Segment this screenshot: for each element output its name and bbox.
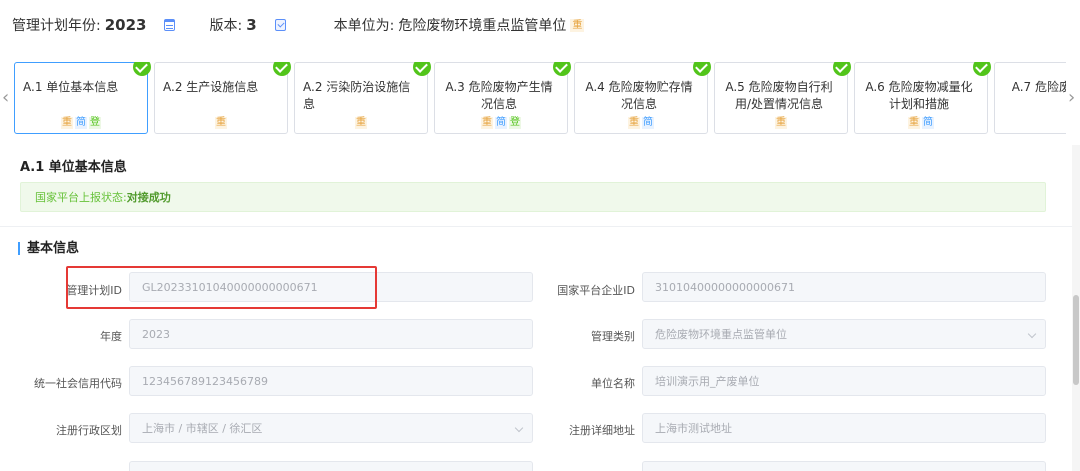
check-circle-icon	[413, 62, 431, 76]
category-label: 管理类别	[591, 330, 635, 343]
unit-name-field[interactable]: 培训演示用_产废单位	[642, 366, 1046, 396]
unit-type-value: 危险废物环境重点监管单位	[398, 18, 567, 34]
version-icon[interactable]	[274, 19, 286, 31]
tag-zhong: 重	[628, 117, 640, 129]
address-value: 上海市测试地址	[655, 422, 732, 435]
unit-name-value: 培训演示用_产废单位	[655, 375, 760, 388]
year-field[interactable]: 2023	[129, 319, 533, 349]
report-status-value: 对接成功	[126, 191, 171, 204]
step-title: A.5 危险废物自行利用/处置情况信息	[725, 80, 833, 111]
calendar-icon[interactable]	[164, 19, 176, 31]
step-a1[interactable]: A.1 单位基本信息 重简登	[14, 62, 151, 134]
tag-deng: 登	[89, 117, 101, 129]
step-tags: 重	[715, 117, 847, 129]
section-divider	[0, 226, 1072, 227]
step-tags: 重	[155, 117, 287, 129]
step-a5[interactable]: A.5 危险废物自行利用/处置情况信息 重	[714, 62, 851, 134]
year-value: 2023	[142, 327, 170, 341]
chevron-down-icon	[1027, 329, 1037, 339]
address-label: 注册详细地址	[569, 424, 635, 437]
unit-type-tag: 重	[570, 18, 585, 32]
credit-code-label: 统一社会信用代码	[34, 377, 122, 390]
step-title: A.6 危险废物减量化计划和措施	[865, 80, 973, 111]
region-value: 上海市 / 市辖区 / 徐汇区	[142, 422, 263, 435]
step-tags: 重简登	[15, 117, 147, 129]
report-status-banner: 国家平台上报状态: 对接成功	[20, 182, 1046, 212]
tag-jian: 简	[495, 117, 507, 129]
tag-deng: 登	[509, 117, 521, 129]
check-circle-icon	[553, 62, 571, 76]
plan-header: 管理计划年份: 2023 版本: 3 本单位为: 危险废物环境重点监管单位 重	[0, 0, 1080, 50]
region-select[interactable]: 上海市 / 市辖区 / 徐汇区	[129, 413, 533, 443]
category-value: 危险废物环境重点监管单位	[655, 328, 787, 341]
step-tags: 重简	[575, 117, 707, 129]
plan-year-value: 2023	[104, 16, 147, 34]
tag-zhong: 重	[908, 117, 920, 129]
platform-id-label: 国家平台企业ID	[557, 284, 635, 297]
step-title: A.3 危险废物产生情况信息	[445, 80, 553, 111]
check-circle-icon	[833, 62, 851, 76]
chevron-right-icon[interactable]: ›	[1068, 88, 1075, 108]
tag-zhong: 重	[355, 117, 367, 129]
version-label: 版本:	[209, 18, 243, 34]
tag-zhong: 重	[481, 117, 493, 129]
platform-id-value: 31010400000000000671	[655, 280, 795, 294]
chevron-left-icon[interactable]: ‹	[2, 88, 9, 108]
step-a4[interactable]: A.4 危险废物贮存情况信息 重简	[574, 62, 711, 134]
vertical-scrollbar[interactable]	[1072, 145, 1080, 471]
step-a7[interactable]: A.7 危险废物况信息 重简登	[994, 62, 1066, 134]
version-value: 3	[246, 16, 257, 34]
check-circle-icon	[133, 62, 151, 76]
tag-jian: 简	[75, 117, 87, 129]
scrollbar-thumb[interactable]	[1073, 295, 1079, 385]
step-a2-production[interactable]: A.2 生产设施信息 重	[154, 62, 291, 134]
step-title: A.1 单位基本信息	[23, 80, 119, 94]
check-circle-icon	[973, 62, 991, 76]
check-circle-icon	[273, 62, 291, 76]
tag-zhong: 重	[61, 117, 73, 129]
step-a3[interactable]: A.3 危险废物产生情况信息 重简登	[434, 62, 571, 134]
step-title: A.2 污染防治设施信息	[303, 80, 411, 111]
section-title: A.1 单位基本信息	[20, 160, 127, 175]
step-a2-pollution[interactable]: A.2 污染防治设施信息 重	[294, 62, 431, 134]
step-nav: A.1 单位基本信息 重简登 A.2 生产设施信息 重 A.2 污染防治设施信息…	[14, 62, 1066, 134]
step-tags: 重简登	[435, 117, 567, 129]
next-row-field-right[interactable]	[642, 461, 1046, 471]
tag-zhong: 重	[215, 117, 227, 129]
address-field[interactable]: 上海市测试地址	[642, 413, 1046, 443]
step-title: A.7 危险废物况信息	[1011, 80, 1066, 94]
report-status-label: 国家平台上报状态:	[35, 191, 127, 204]
plan-id-highlight-box	[66, 266, 377, 309]
step-title: A.4 危险废物贮存情况信息	[585, 80, 693, 111]
next-row-field-left[interactable]	[129, 461, 533, 471]
plan-year-label: 管理计划年份:	[12, 18, 101, 34]
region-label: 注册行政区划	[56, 424, 122, 437]
platform-id-field[interactable]: 31010400000000000671	[642, 272, 1046, 302]
tag-zhong: 重	[775, 117, 787, 129]
credit-code-field[interactable]: 123456789123456789	[129, 366, 533, 396]
credit-code-value: 123456789123456789	[142, 374, 268, 388]
tag-jian: 简	[642, 117, 654, 129]
unit-name-label: 单位名称	[591, 377, 635, 390]
step-title: A.2 生产设施信息	[163, 80, 259, 94]
basic-info-title: 基本信息	[18, 242, 79, 255]
step-tags: 重	[295, 117, 427, 129]
tag-jian: 简	[922, 117, 934, 129]
category-select[interactable]: 危险废物环境重点监管单位	[642, 319, 1046, 349]
check-circle-icon	[693, 62, 711, 76]
step-tags: 重简	[855, 117, 987, 129]
unit-type-label: 本单位为:	[333, 18, 395, 34]
year-label: 年度	[100, 330, 122, 343]
step-a6[interactable]: A.6 危险废物减量化计划和措施 重简	[854, 62, 991, 134]
